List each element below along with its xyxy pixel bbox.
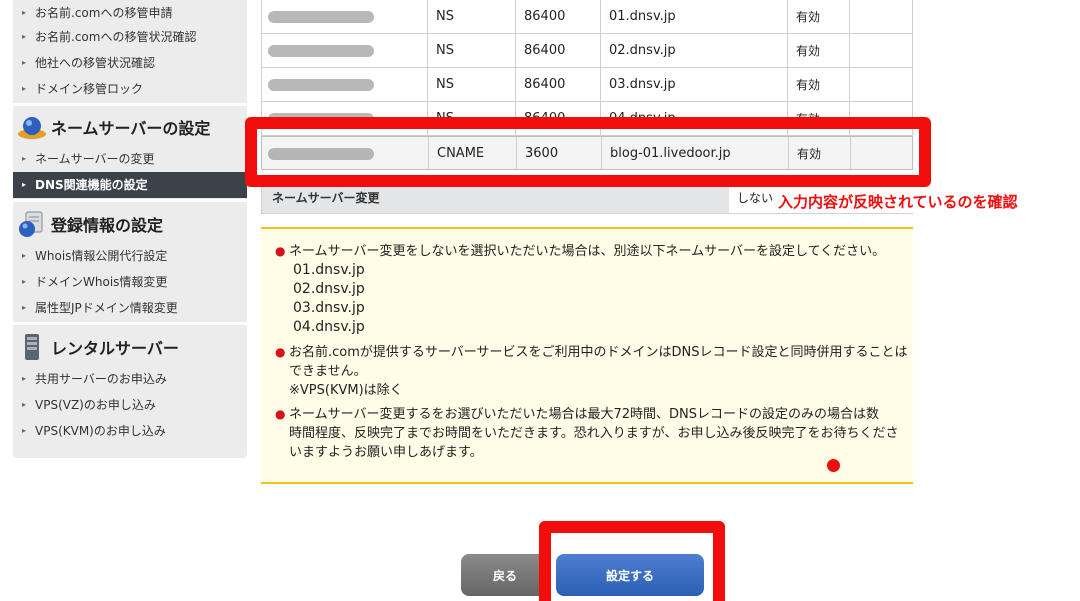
sidebar-divider	[13, 103, 247, 106]
sidebar-divider	[13, 199, 247, 202]
sidebar: ▸ お名前.comへの移管申請 ▸ お名前.comへの移管状況確認 ▸ 他社への…	[13, 0, 247, 458]
status-cell: 有効	[787, 0, 849, 33]
status-cell: 有効	[787, 68, 849, 101]
notice-text: お名前.comが提供するサーバーサービスをご利用中のドメインはDNSレコード設定…	[289, 345, 908, 360]
ttl-cell: 86400	[515, 34, 600, 67]
sidebar-section-rental-server: レンタルサーバー	[13, 327, 247, 367]
sidebar-item-whois-proxy[interactable]: ▸ Whois情報公開代行設定	[13, 243, 247, 269]
nameserver-change-label: ネームサーバー変更	[272, 191, 380, 205]
sidebar-section-title: レンタルサーバー	[51, 339, 179, 358]
empty-cell	[849, 34, 913, 67]
bullet-icon: ▸	[22, 400, 27, 409]
status-cell: 有効	[787, 34, 849, 67]
bullet-icon: ▸	[22, 180, 27, 189]
notice-text: 時間程度、反映完了までお時間をいただきます。恐れ入りますが、お申し込み後反映完了…	[289, 426, 899, 441]
sidebar-item-vps-vz[interactable]: ▸ VPS(VZ)のお申し込み	[13, 392, 247, 418]
sidebar-section-registration: 登録情報の設定	[13, 204, 247, 244]
bullet-icon: ▸	[22, 8, 27, 17]
sidebar-section-title: ネームサーバーの設定	[51, 119, 211, 138]
sidebar-item-transfer-apply[interactable]: ▸ お名前.comへの移管申請	[13, 0, 247, 26]
nameserver-list-item: 01.dnsv.jp	[293, 262, 365, 278]
bullet-dot-icon: ●	[275, 244, 286, 258]
nameserver-globe-icon	[17, 113, 47, 141]
sidebar-section-title: 登録情報の設定	[51, 216, 164, 235]
ttl-cell: 86400	[515, 0, 600, 33]
bullet-icon: ▸	[22, 277, 27, 286]
table-row: NS 86400 03.dnsv.jp 有効	[261, 68, 913, 102]
sidebar-item-label: ドメイン移管ロック	[35, 82, 144, 96]
active-pointer-icon	[226, 176, 234, 192]
hostname-cell	[261, 0, 427, 33]
nameserver-list-item: 02.dnsv.jp	[293, 281, 365, 297]
notice-text: できません。	[289, 364, 367, 379]
bullet-icon: ▸	[22, 303, 27, 312]
bullet-icon: ▸	[22, 251, 27, 260]
sidebar-item-label: VPS(VZ)のお申し込み	[35, 398, 156, 412]
bullet-dot-icon: ●	[275, 345, 286, 359]
hostname-cell	[261, 68, 427, 101]
sidebar-item-label: 属性型JPドメイン情報変更	[35, 301, 178, 315]
page: ▸ お名前.comへの移管申請 ▸ お名前.comへの移管状況確認 ▸ 他社への…	[0, 0, 1080, 601]
empty-cell	[849, 68, 913, 101]
bullet-icon: ▸	[22, 374, 27, 383]
sidebar-item-label: ネームサーバーの変更	[35, 152, 155, 166]
value-cell: 02.dnsv.jp	[600, 34, 787, 67]
masked-hostname	[268, 11, 374, 23]
nameserver-list-item: 04.dnsv.jp	[293, 319, 365, 335]
bullet-icon: ▸	[22, 84, 27, 93]
type-cell: NS	[427, 34, 515, 67]
sidebar-item-label: 共用サーバーのお申込み	[35, 372, 167, 386]
sidebar-item-label: VPS(KVM)のお申し込み	[35, 424, 166, 438]
sidebar-divider	[13, 322, 247, 325]
document-globe-icon	[17, 210, 47, 238]
sidebar-item-dns-settings[interactable]: ▸ DNS関連機能の設定	[13, 172, 247, 198]
notice-item: ● ネームサーバー変更するをお選びいただいた場合は最大72時間、DNSレコードの…	[275, 405, 899, 462]
bullet-icon: ▸	[22, 154, 27, 163]
sidebar-item-label: 他社への移管状況確認	[35, 56, 156, 70]
sidebar-item-whois-change[interactable]: ▸ ドメインWhois情報変更	[13, 269, 247, 295]
annotation-highlight-submit-button	[539, 521, 725, 601]
table-row: NS 86400 01.dnsv.jp 有効	[261, 0, 913, 34]
notice-box: ● ネームサーバー変更をしないを選択いただいた場合は、別途以下ネームサーバーを設…	[261, 227, 913, 484]
bullet-icon: ▸	[22, 426, 27, 435]
sidebar-item-nameserver-change[interactable]: ▸ ネームサーバーの変更	[13, 146, 247, 172]
notice-text: ネームサーバー変更をしないを選択いただいた場合は、別途以下ネームサーバーを設定し…	[289, 244, 886, 259]
notice-text: ※VPS(KVM)は除く	[289, 383, 403, 398]
bullet-icon: ▸	[22, 32, 27, 41]
sidebar-item-jp-domain-info[interactable]: ▸ 属性型JPドメイン情報変更	[13, 295, 247, 321]
sidebar-item-label: DNS関連機能の設定	[35, 178, 148, 192]
annotation-highlight-cname-row	[245, 117, 931, 187]
server-icon	[17, 333, 47, 361]
sidebar-item-transfer-status[interactable]: ▸ お名前.comへの移管状況確認	[13, 24, 247, 50]
bullet-icon: ▸	[22, 58, 27, 67]
sidebar-item-transfer-lock[interactable]: ▸ ドメイン移管ロック	[13, 76, 247, 102]
sidebar-item-shared-server[interactable]: ▸ 共用サーバーのお申込み	[13, 366, 247, 392]
empty-cell	[849, 0, 913, 33]
masked-hostname	[268, 79, 374, 91]
table-row: NS 86400 02.dnsv.jp 有効	[261, 34, 913, 68]
masked-hostname	[268, 45, 374, 57]
hostname-cell	[261, 34, 427, 67]
sidebar-item-label: お名前.comへの移管申請	[35, 6, 173, 20]
annotation-text: 入力内容が反映されているのを確認	[778, 193, 1018, 211]
sidebar-section-nameserver: ネームサーバーの設定	[13, 107, 247, 147]
annotation-dot	[827, 459, 840, 472]
sidebar-item-outbound-transfer-status[interactable]: ▸ 他社への移管状況確認	[13, 50, 247, 76]
sidebar-item-label: ドメインWhois情報変更	[35, 275, 168, 289]
value-cell: 01.dnsv.jp	[600, 0, 787, 33]
notice-text: ネームサーバー変更するをお選びいただいた場合は最大72時間、DNSレコードの設定…	[289, 407, 880, 422]
notice-text: いますようお願い申しあげます。	[289, 445, 483, 460]
notice-item: ● お名前.comが提供するサーバーサービスをご利用中のドメインはDNSレコード…	[275, 343, 908, 400]
notice-item: ● ネームサーバー変更をしないを選択いただいた場合は、別途以下ネームサーバーを設…	[275, 242, 886, 337]
type-cell: NS	[427, 0, 515, 33]
back-button[interactable]: 戻る	[461, 554, 549, 596]
nameserver-list-item: 03.dnsv.jp	[293, 300, 365, 316]
value-cell: 03.dnsv.jp	[600, 68, 787, 101]
type-cell: NS	[427, 68, 515, 101]
ttl-cell: 86400	[515, 68, 600, 101]
sidebar-item-vps-kvm[interactable]: ▸ VPS(KVM)のお申し込み	[13, 418, 247, 444]
bullet-dot-icon: ●	[275, 407, 286, 421]
sidebar-item-label: Whois情報公開代行設定	[35, 249, 168, 263]
sidebar-item-label: お名前.comへの移管状況確認	[35, 30, 197, 44]
